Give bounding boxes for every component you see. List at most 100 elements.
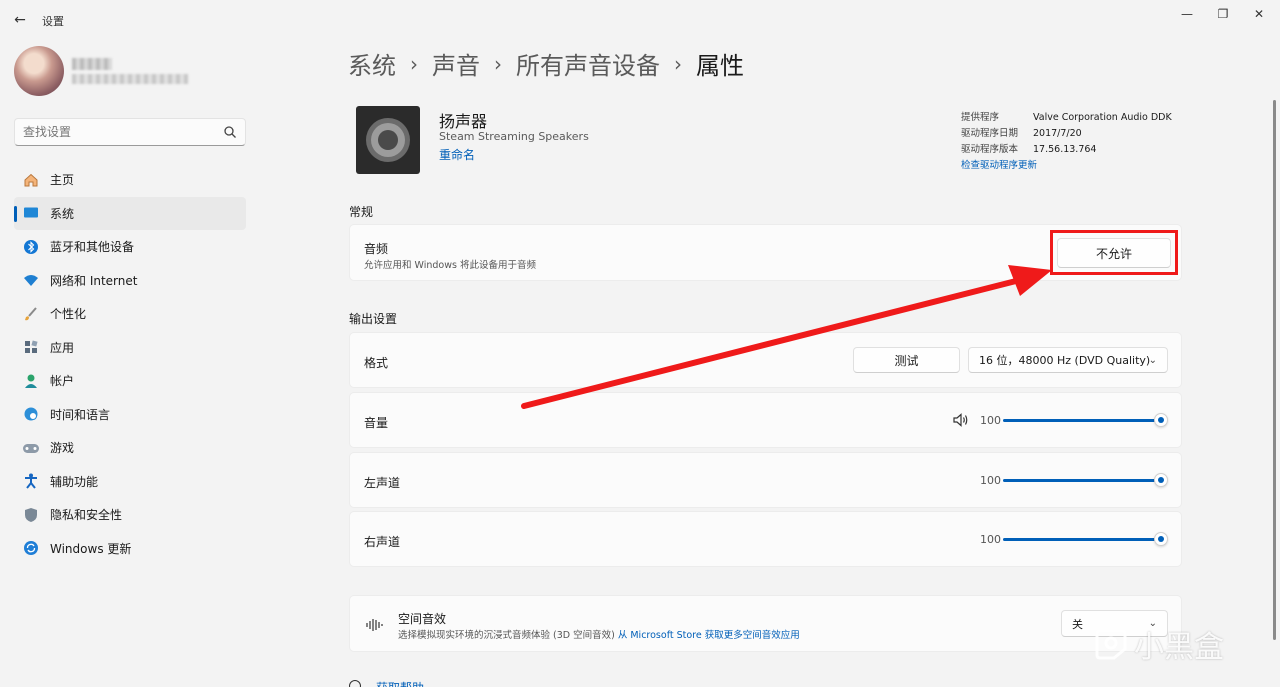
driver-version-value: 17.56.13.764 (1033, 144, 1097, 155)
spatial-store-link[interactable]: 从 Microsoft Store 获取更多空间音效应用 (618, 630, 800, 641)
format-dropdown[interactable]: 16 位，48000 Hz (DVD Quality) ⌄ (968, 347, 1168, 373)
output-section-title: 输出设置 (349, 312, 398, 326)
format-label: 格式 (364, 356, 389, 370)
avatar (14, 46, 64, 96)
profile-email-redacted (72, 74, 188, 84)
annotation-highlight-box (1050, 230, 1178, 275)
format-dropdown-value: 16 位，48000 Hz (DVD Quality) (979, 354, 1151, 367)
search-input[interactable] (23, 125, 213, 139)
brush-icon (22, 305, 40, 323)
sidebar-item-label: 隐私和安全性 (50, 508, 123, 523)
sidebar-item-label: 个性化 (50, 307, 87, 322)
audio-title: 音频 (364, 242, 389, 256)
driver-date-key: 驱动程序日期 (961, 128, 1019, 139)
device-name: 扬声器 (439, 112, 488, 131)
help-icon (349, 680, 361, 687)
volume-slider-thumb[interactable] (1154, 413, 1168, 427)
sidebar-item-accounts[interactable]: 帐户 (14, 364, 246, 398)
driver-provider-value: Valve Corporation Audio DDK (1033, 112, 1172, 123)
left-channel-slider-track[interactable] (1003, 479, 1161, 482)
gamepad-icon (22, 439, 40, 457)
volume-slider-track[interactable] (1003, 419, 1161, 422)
close-button[interactable]: ✕ (1248, 6, 1270, 22)
sidebar-item-apps[interactable]: 应用 (14, 331, 246, 365)
breadcrumb-separator: › (494, 51, 502, 76)
sidebar-item-label: 时间和语言 (50, 407, 111, 422)
breadcrumb-sound[interactable]: 声音 (432, 46, 480, 81)
scrollbar[interactable] (1273, 100, 1276, 640)
sidebar-item-windows-update[interactable]: Windows 更新 (14, 532, 246, 566)
search-icon[interactable] (223, 125, 237, 139)
left-channel-label: 左声道 (364, 476, 401, 490)
sidebar-item-personalization[interactable]: 个性化 (14, 297, 246, 331)
get-help-link[interactable]: 获取帮助 (376, 679, 424, 687)
spatial-sound-value: 关 (1072, 617, 1083, 631)
sidebar-item-system[interactable]: 系统 (14, 196, 246, 230)
audio-description: 允许应用和 Windows 将此设备用于音频 (364, 260, 536, 271)
spatial-sound-desc-row: 选择模拟现实环境的沉浸式音频体验 (3D 空间音效) 从 Microsoft S… (398, 627, 800, 641)
sidebar-item-label: 系统 (50, 206, 75, 221)
sidebar-item-home[interactable]: 主页 (14, 163, 246, 197)
left-channel-slider-thumb[interactable] (1154, 473, 1168, 487)
driver-version-key: 驱动程序版本 (961, 144, 1019, 155)
sidebar-item-label: Windows 更新 (50, 541, 132, 556)
system-icon (22, 204, 40, 222)
watermark: 小黑盒 (1094, 622, 1224, 666)
sidebar-nav: 主页 系统 蓝牙和其他设备 网络和 Internet 个性化 应用 帐户 时间和… (14, 163, 246, 565)
user-profile[interactable] (14, 46, 254, 98)
shield-icon (22, 506, 40, 524)
home-icon (22, 171, 40, 189)
test-button[interactable]: 测试 (853, 347, 960, 373)
right-channel-slider-track[interactable] (1003, 538, 1161, 541)
check-driver-update-link[interactable]: 检查驱动程序更新 (961, 158, 1037, 174)
app-title: 设置 (42, 15, 64, 28)
left-channel-value: 100 (980, 474, 1001, 487)
accessibility-icon (22, 472, 40, 490)
sidebar-item-time-language[interactable]: 时间和语言 (14, 398, 246, 432)
bluetooth-icon (22, 238, 40, 256)
general-section-title: 常规 (349, 205, 374, 219)
breadcrumb: 系统 › 声音 › 所有声音设备 › 属性 (348, 46, 744, 81)
breadcrumb-separator: › (674, 51, 682, 76)
device-subtitle: Steam Streaming Speakers (439, 130, 589, 143)
apps-icon (22, 338, 40, 356)
sidebar-item-label: 应用 (50, 340, 75, 355)
title-bar: ← 设置 — ❐ ✕ (0, 0, 1280, 40)
spatial-sound-title: 空间音效 (398, 612, 447, 626)
sidebar-item-label: 网络和 Internet (50, 273, 138, 288)
spatial-sound-icon (366, 619, 383, 631)
speaker-volume-icon[interactable] (952, 412, 970, 428)
volume-value: 100 (980, 414, 1001, 427)
sidebar-item-bluetooth[interactable]: 蓝牙和其他设备 (14, 230, 246, 264)
driver-date-value: 2017/7/20 (1033, 128, 1082, 139)
watermark-text: 小黑盒 (1134, 630, 1224, 665)
minimize-button[interactable]: — (1176, 6, 1198, 22)
sidebar-item-privacy[interactable]: 隐私和安全性 (14, 498, 246, 532)
page-title: 属性 (696, 52, 744, 80)
driver-info: 提供程序 Valve Corporation Audio DDK 驱动程序日期 20… (961, 110, 1172, 174)
chevron-down-icon: ⌄ (1148, 354, 1157, 366)
right-channel-value: 100 (980, 533, 1001, 546)
sidebar-item-label: 帐户 (50, 374, 75, 389)
breadcrumb-system[interactable]: 系统 (348, 46, 396, 81)
account-icon (22, 372, 40, 390)
sidebar-item-label: 游戏 (50, 441, 75, 456)
sidebar-item-accessibility[interactable]: 辅助功能 (14, 465, 246, 499)
search-box (14, 118, 246, 146)
sidebar-item-gaming[interactable]: 游戏 (14, 431, 246, 465)
spatial-sound-description: 选择模拟现实环境的沉浸式音频体验 (3D 空间音效) (398, 630, 615, 641)
sidebar-item-network[interactable]: 网络和 Internet (14, 264, 246, 298)
update-icon (22, 539, 40, 557)
sidebar-item-label: 蓝牙和其他设备 (50, 240, 135, 255)
sidebar-item-label: 主页 (50, 173, 75, 188)
globe-clock-icon (22, 405, 40, 423)
right-channel-slider-thumb[interactable] (1154, 532, 1168, 546)
rename-link[interactable]: 重命名 (439, 146, 475, 163)
spatial-sound-card: 空间音效 选择模拟现实环境的沉浸式音频体验 (3D 空间音效) 从 Micros… (349, 595, 1182, 652)
maximize-button[interactable]: ❐ (1212, 6, 1234, 22)
profile-name-redacted (72, 58, 112, 70)
breadcrumb-all-devices[interactable]: 所有声音设备 (516, 46, 660, 81)
right-channel-label: 右声道 (364, 535, 401, 549)
back-button[interactable]: ← (10, 10, 30, 30)
breadcrumb-separator: › (410, 51, 418, 76)
